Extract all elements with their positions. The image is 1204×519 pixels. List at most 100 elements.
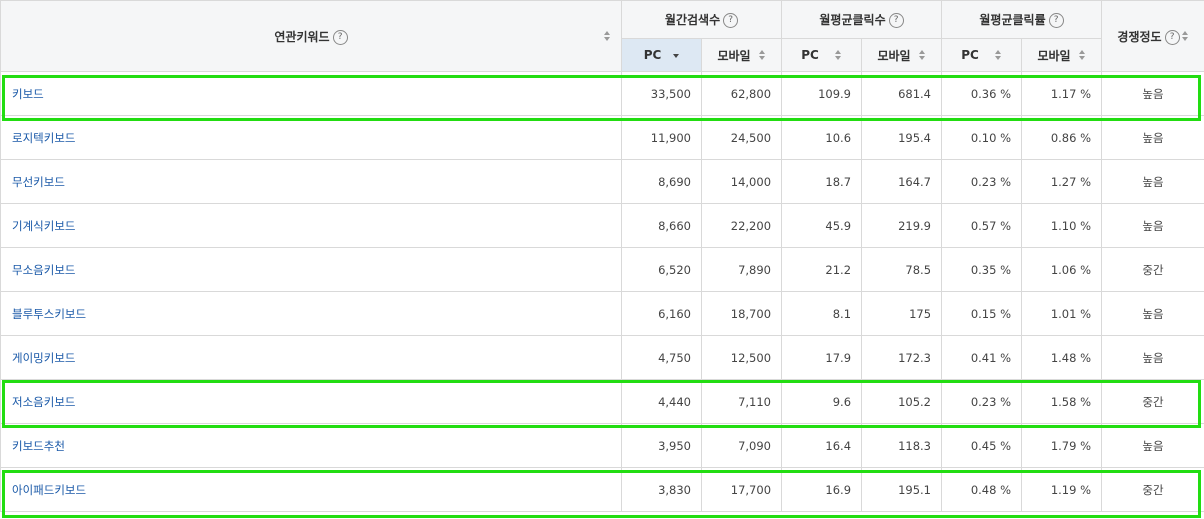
table-row: 아이패드키보드 3,830 17,700 16.9 195.1 0.48 % 1.19 % 중…: [0, 467, 1204, 512]
sort-icon[interactable]: [604, 31, 611, 43]
search-mobile-header[interactable]: 모바일: [700, 38, 783, 72]
clicks-mobile-cell: 195.4: [861, 115, 943, 160]
clicks-mobile-cell: 105.2: [861, 379, 943, 424]
clicks-mobile-cell: 172.3: [861, 335, 943, 380]
search-mobile-cell: 24,500: [700, 115, 783, 160]
sort-icon: [994, 49, 1002, 62]
keyword-cell[interactable]: 저소음키보드: [0, 379, 622, 424]
search-pc-label: PC: [643, 48, 662, 62]
sort-icon: [1078, 50, 1086, 62]
keyword-cell[interactable]: 로지텍키보드: [0, 115, 622, 160]
ctr-mobile-cell: 1.27 %: [1021, 159, 1103, 204]
keyword-cell[interactable]: 게이밍키보드: [0, 335, 622, 380]
ctr-mobile-cell: 1.48 %: [1021, 335, 1103, 380]
monthly-clicks-header: 월평균클릭수?: [781, 0, 943, 39]
table-row: 저소음키보드 4,440 7,110 9.6 105.2 0.23 % 1.58 % 중간: [0, 379, 1204, 424]
sort-icon: [758, 50, 766, 62]
ctr-pc-cell: 0.57 %: [941, 203, 1023, 248]
keyword-cell[interactable]: 기계식키보드: [0, 203, 622, 248]
help-icon[interactable]: ?: [723, 13, 739, 28]
keyword-cell[interactable]: 무소음키보드: [0, 247, 622, 292]
ctr-mobile-label: 모바일: [1037, 48, 1071, 63]
clicks-pc-cell: 10.6: [781, 115, 863, 160]
clicks-pc-header[interactable]: PC: [781, 38, 863, 72]
help-icon[interactable]: ?: [1164, 29, 1180, 45]
competition-column-header[interactable]: 경쟁정도?: [1101, 0, 1204, 72]
search-pc-cell: 8,660: [621, 203, 702, 248]
competition-cell: 높음: [1101, 335, 1204, 380]
ctr-pc-cell: 0.15 %: [941, 291, 1023, 336]
keyword-cell[interactable]: 키보드추천: [0, 423, 622, 468]
ctr-pc-cell: 0.45 %: [941, 423, 1023, 468]
search-mobile-cell: 22,200: [700, 203, 783, 248]
monthly-clicks-label: 월평균클릭수: [819, 13, 886, 27]
table-row: 블루투스키보드 6,160 18,700 8.1 175 0.15 % 1.01 % 높음: [0, 291, 1204, 336]
help-icon[interactable]: ?: [888, 13, 904, 28]
ctr-pc-cell: 0.35 %: [941, 247, 1023, 292]
ctr-mobile-cell: 0.86 %: [1021, 115, 1103, 160]
table-row: 로지텍키보드 11,900 24,500 10.6 195.4 0.10 % 0.86 % 높…: [0, 115, 1204, 160]
keyword-cell[interactable]: 블루투스키보드: [0, 291, 622, 336]
search-pc-cell: 3,830: [621, 467, 702, 512]
clicks-mobile-cell: 118.3: [861, 423, 943, 468]
competition-header-label: 경쟁정도: [1117, 29, 1162, 44]
search-mobile-cell: 14,000: [700, 159, 783, 204]
monthly-ctr-label: 월평균클릭률: [979, 13, 1046, 27]
ctr-mobile-cell: 1.17 %: [1021, 71, 1103, 116]
search-pc-cell: 4,750: [621, 335, 702, 380]
sort-icon: [918, 50, 926, 62]
search-pc-cell: 11,900: [621, 115, 702, 160]
search-mobile-cell: 62,800: [700, 71, 783, 116]
competition-cell: 높음: [1101, 115, 1204, 160]
ctr-mobile-cell: 1.79 %: [1021, 423, 1103, 468]
search-pc-cell: 3,950: [621, 423, 702, 468]
competition-cell: 높음: [1101, 203, 1204, 248]
keyword-cell[interactable]: 키보드: [0, 71, 622, 116]
competition-cell: 높음: [1101, 71, 1204, 116]
ctr-pc-header[interactable]: PC: [941, 38, 1023, 72]
competition-cell: 중간: [1101, 247, 1204, 292]
ctr-mobile-header[interactable]: 모바일: [1021, 38, 1103, 72]
search-pc-header[interactable]: PC: [621, 38, 702, 72]
clicks-mobile-cell: 219.9: [861, 203, 943, 248]
search-pc-cell: 8,690: [621, 159, 702, 204]
monthly-ctr-header: 월평균클릭률?: [941, 0, 1103, 39]
clicks-pc-cell: 16.9: [781, 467, 863, 512]
help-icon[interactable]: ?: [332, 29, 348, 45]
clicks-mobile-label: 모바일: [877, 48, 911, 63]
table-row: 기계식키보드 8,660 22,200 45.9 219.9 0.57 % 1.10 % 높음: [0, 203, 1204, 248]
table-row: 키보드추천 3,950 7,090 16.4 118.3 0.45 % 1.79 % 높음: [0, 423, 1204, 468]
ctr-mobile-cell: 1.01 %: [1021, 291, 1103, 336]
ctr-mobile-cell: 1.58 %: [1021, 379, 1103, 424]
sort-icon: [834, 49, 842, 62]
help-icon[interactable]: ?: [1048, 13, 1064, 28]
competition-cell: 중간: [1101, 467, 1204, 512]
keyword-table: 연관키워드? 월간검색수? 월평균클릭수? 월평균클릭률? 경쟁정도? PC 모…: [0, 0, 1204, 512]
clicks-pc-cell: 8.1: [781, 291, 863, 336]
keyword-column-header[interactable]: 연관키워드?: [0, 0, 622, 72]
search-mobile-cell: 7,890: [700, 247, 783, 292]
keyword-cell[interactable]: 무선키보드: [0, 159, 622, 204]
clicks-pc-label: PC: [801, 48, 819, 62]
ctr-mobile-cell: 1.10 %: [1021, 203, 1103, 248]
ctr-pc-cell: 0.23 %: [941, 159, 1023, 204]
search-mobile-label: 모바일: [717, 48, 751, 63]
clicks-pc-cell: 17.9: [781, 335, 863, 380]
search-pc-cell: 4,440: [621, 379, 702, 424]
search-pc-cell: 6,520: [621, 247, 702, 292]
clicks-pc-cell: 45.9: [781, 203, 863, 248]
table-row: 키보드 33,500 62,800 109.9 681.4 0.36 % 1.17 % 높음: [0, 71, 1204, 116]
competition-cell: 중간: [1101, 379, 1204, 424]
competition-cell: 높음: [1101, 423, 1204, 468]
keyword-header-label: 연관키워드: [274, 29, 330, 44]
sort-icon[interactable]: [1181, 31, 1189, 43]
search-mobile-cell: 7,090: [700, 423, 783, 468]
clicks-pc-cell: 18.7: [781, 159, 863, 204]
keyword-cell[interactable]: 아이패드키보드: [0, 467, 622, 512]
competition-cell: 높음: [1101, 159, 1204, 204]
search-mobile-cell: 7,110: [700, 379, 783, 424]
clicks-pc-cell: 21.2: [781, 247, 863, 292]
clicks-mobile-header[interactable]: 모바일: [861, 38, 943, 72]
ctr-pc-cell: 0.36 %: [941, 71, 1023, 116]
clicks-mobile-cell: 175: [861, 291, 943, 336]
